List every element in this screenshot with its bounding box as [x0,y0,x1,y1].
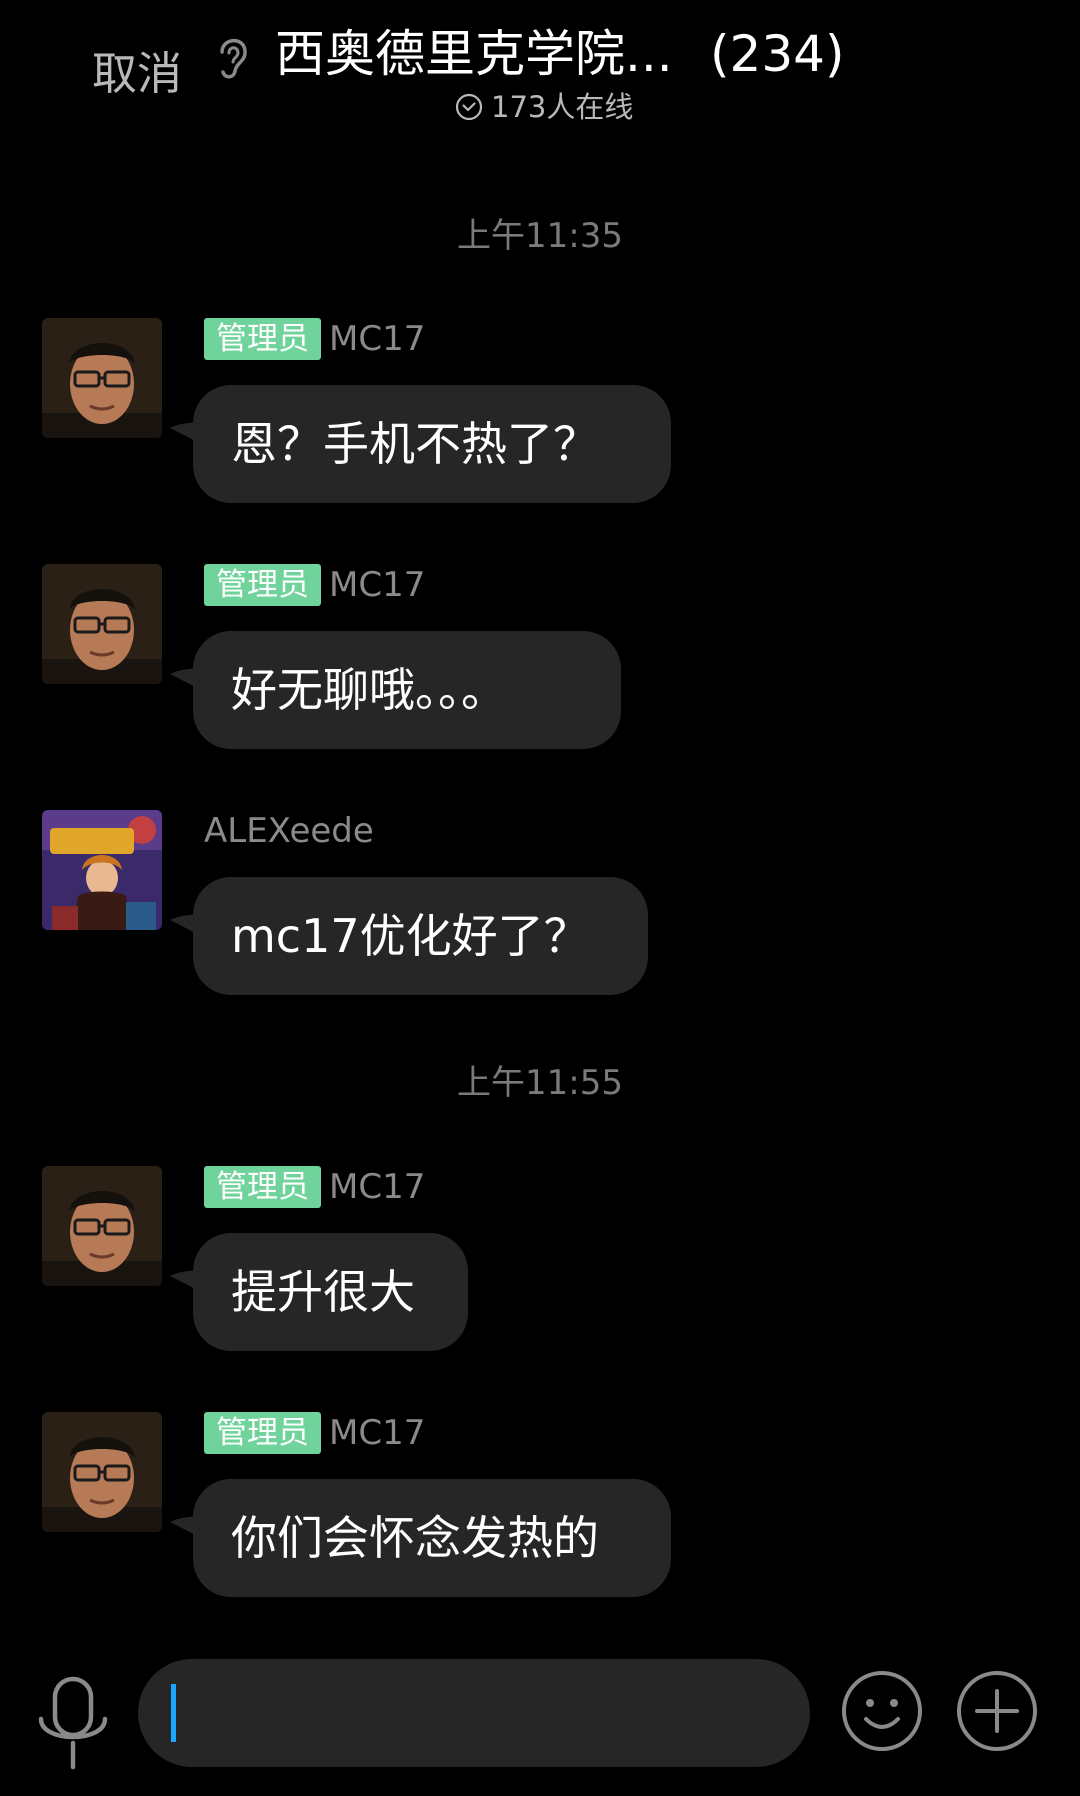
sender-row: ALEXeede [204,810,374,852]
header: 取消 西奥德里克学院... (234) 173人在线 [0,0,1080,150]
sender-row: 管理员 MC17 [204,564,425,606]
timestamp: 上午11:55 [457,1063,623,1103]
message-bubble[interactable]: mc17优化好了？ [193,877,648,995]
message-bubble[interactable]: 好无聊哦。。。 [193,631,621,749]
input-bar [0,1650,1080,1796]
sender-name[interactable]: ALEXeede [204,810,374,852]
sender-name[interactable]: MC17 [329,564,425,606]
sender-row: 管理员 MC17 [204,1412,425,1454]
timestamp: 上午11:35 [457,216,623,256]
message-bubble[interactable]: 你们会怀念发热的 [193,1479,671,1597]
avatar[interactable] [42,318,162,438]
emoji-icon[interactable] [840,1669,924,1753]
plus-circle-icon[interactable] [955,1669,1039,1753]
message-bubble[interactable]: 恩？手机不热了？ [193,385,671,503]
microphone-icon[interactable] [32,1673,114,1773]
admin-badge: 管理员 [204,318,321,360]
admin-badge: 管理员 [204,564,321,606]
message-bubble[interactable]: 提升很大 [193,1233,468,1351]
online-count: 173人在线 [491,90,634,124]
avatar[interactable] [42,564,162,684]
chat-screen: 取消 西奥德里克学院... (234) 173人在线 上午11:35 管理员 M… [0,0,1080,1796]
group-name[interactable]: 西奥德里克学院... [275,22,673,86]
sender-row: 管理员 MC17 [204,318,425,360]
admin-badge: 管理员 [204,1412,321,1454]
member-count[interactable]: (234) [710,22,844,86]
text-caret [171,1684,176,1742]
sender-name[interactable]: MC17 [329,1166,425,1208]
cancel-button[interactable]: 取消 [92,46,182,102]
sender-name[interactable]: MC17 [329,1412,425,1454]
sender-row: 管理员 MC17 [204,1166,425,1208]
avatar[interactable] [42,810,162,930]
ear-icon[interactable] [210,32,254,82]
check-circle-icon [455,93,483,121]
message-input[interactable] [138,1659,810,1767]
admin-badge: 管理员 [204,1166,321,1208]
sender-name[interactable]: MC17 [329,318,425,360]
avatar[interactable] [42,1412,162,1532]
online-status: 173人在线 [455,88,633,126]
avatar[interactable] [42,1166,162,1286]
